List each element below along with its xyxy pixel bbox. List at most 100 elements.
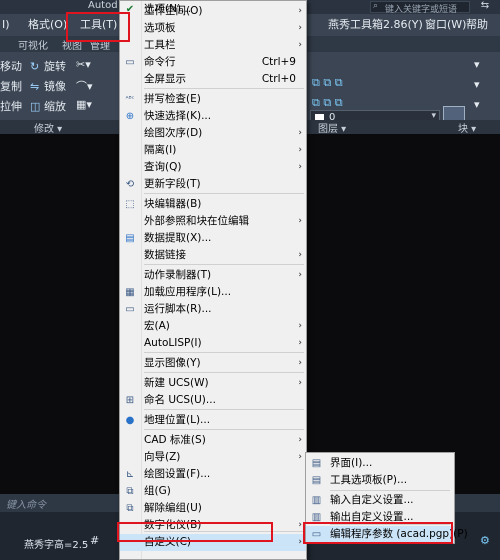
tools-menu-item[interactable]: ⊕ 快速选择(K)...	[120, 108, 306, 125]
menu-item-format[interactable]: 格式(O)	[28, 14, 67, 36]
named-ucs-icon: ⊞	[125, 395, 135, 406]
customize-submenu-item[interactable]: ▤ 界面(I)...	[306, 455, 454, 472]
menu-separator	[144, 264, 304, 265]
tools-menu-item[interactable]: ⟲ 更新字段(T)	[120, 176, 306, 193]
tools-menu-item[interactable]: 外部参照和块在位编辑 ›	[120, 213, 306, 230]
menu-item-label: 工具栏	[144, 39, 176, 51]
menu-separator	[144, 372, 304, 373]
tab-visualize[interactable]: 可视化	[18, 37, 48, 52]
submenu-item-label: 输入自定义设置...	[330, 494, 414, 506]
tools-menu-item[interactable]: 数据链接 ›	[120, 247, 306, 264]
tools-menu-item[interactable]: ✔ 选项(N)...	[120, 1, 306, 18]
tools-menu-item[interactable]: 全屏显示 Ctrl+0	[120, 71, 306, 88]
spell-check-icon: ᴬᴮᶜ	[125, 95, 135, 103]
tools-menu-item[interactable]: ⊾ 绘图设置(F)...	[120, 466, 306, 483]
move-tool[interactable]: 移动	[0, 58, 22, 74]
submenu-arrow-icon: ›	[298, 250, 302, 260]
mirror-tool[interactable]: ⇋ 镜像	[30, 78, 66, 94]
copy-tool[interactable]: 复制	[0, 78, 22, 94]
panel-modify[interactable]: 修改 ▾	[34, 120, 62, 135]
block-editor-icon: ⬚	[125, 199, 135, 210]
rotate-tool[interactable]: ↻ 旋转	[30, 58, 66, 74]
tools-menu-item[interactable]: 选项板 ›	[120, 20, 306, 37]
menu-item-label: 解除编组(U)	[144, 502, 202, 514]
panel-layer[interactable]: 图层 ▾	[318, 120, 346, 135]
array-icon[interactable]: ▦▾	[76, 98, 92, 111]
tools-menu-item[interactable]: CAD 标准(S) ›	[120, 432, 306, 449]
search-icon: ⌕	[373, 1, 379, 11]
submenu-item-label: 界面(I)...	[330, 457, 373, 469]
tools-menu-item[interactable]: ⊞ 命名 UCS(U)...	[120, 392, 306, 409]
tools-menu-item[interactable]: 动作录制器(T) ›	[120, 267, 306, 284]
menu-separator	[330, 490, 450, 491]
window-controls[interactable]: ⇆	[470, 0, 500, 14]
tools-menu-item[interactable]: ▭ 命令行 Ctrl+9	[120, 54, 306, 71]
globe-icon: ●	[125, 415, 135, 426]
menu-item-label: 选项(N)...	[144, 3, 192, 15]
tools-menu-item[interactable]: ▤ 数据提取(X)...	[120, 230, 306, 247]
tools-menu-item[interactable]: ⧉ 组(G)	[120, 483, 306, 500]
layer-state-icon[interactable]: ⧉ ⧉ ⧉	[312, 96, 343, 110]
highlight-tools-menu	[66, 12, 130, 42]
panel-block[interactable]: 块 ▾	[458, 120, 476, 135]
submenu-item-label: 工具选项板(P)...	[330, 474, 408, 486]
layer-tools-icon[interactable]: ⧉ ⧉ ⧉	[312, 76, 343, 90]
menu-item-yanxiu[interactable]: 燕秀工具箱2.86(Y)	[328, 14, 423, 36]
scale-tool[interactable]: ◫ 缩放	[30, 98, 66, 114]
drafting-settings-icon: ⊾	[125, 469, 135, 480]
interface-icon: ▤	[311, 458, 322, 469]
grid-icon[interactable]: #	[90, 534, 99, 547]
menu-item-label: 快速选择(K)...	[144, 110, 212, 122]
menu-item-label: 向导(Z)	[144, 451, 181, 463]
fillet-icon[interactable]: ⌒▾	[76, 78, 93, 94]
load-app-icon: ▦	[125, 287, 135, 298]
tools-menu-item[interactable]: 显示图像(Y) ›	[120, 355, 306, 372]
customize-submenu-item[interactable]: ▤ 工具选项板(P)...	[306, 472, 454, 489]
tools-menu-item[interactable]: 向导(Z) ›	[120, 449, 306, 466]
block-tool-1[interactable]: ▾	[474, 58, 480, 71]
menu-item-label: 外部参照和块在位编辑	[144, 215, 249, 227]
menu-item-label: 命令行	[144, 56, 176, 68]
mirror-icon: ⇋	[30, 80, 40, 93]
customize-submenu-item[interactable]: ▥ 输入自定义设置...	[306, 492, 454, 509]
menu-item-prev[interactable]: I)	[2, 14, 10, 36]
menu-item-label: 更新字段(T)	[144, 178, 201, 190]
tools-menu-item[interactable]: ▦ 加载应用程序(L)...	[120, 284, 306, 301]
submenu-arrow-icon: ›	[298, 338, 302, 348]
menu-item-window[interactable]: 窗口(W)	[425, 14, 466, 36]
scale-icon: ◫	[30, 100, 41, 113]
submenu-arrow-icon: ›	[298, 23, 302, 33]
menu-item-label: 命名 UCS(U)...	[144, 394, 216, 406]
submenu-arrow-icon: ›	[298, 358, 302, 368]
menu-item-label: 宏(A)	[144, 320, 170, 332]
menu-separator	[144, 193, 304, 194]
menu-item-label: 动作录制器(T)	[144, 269, 212, 281]
text-height-status[interactable]: 燕秀字高=2.5	[24, 536, 88, 551]
tools-menu-item[interactable]: ⧉ 解除编组(U)	[120, 500, 306, 517]
tools-menu-item[interactable]: 工具栏 ›	[120, 37, 306, 54]
block-tool-2[interactable]: ▾	[474, 78, 480, 91]
tools-menu-item[interactable]: ▭ 运行脚本(R)...	[120, 301, 306, 318]
tools-menu-item[interactable]: AutoLISP(I) ›	[120, 335, 306, 352]
tools-menu-item[interactable]: 宏(A) ›	[120, 318, 306, 335]
tools-menu-item[interactable]: ● 地理位置(L)...	[120, 412, 306, 429]
tools-menu-item[interactable]: ⬚ 块编辑器(B)	[120, 196, 306, 213]
submenu-arrow-icon: ›	[298, 452, 302, 462]
tools-menu-item[interactable]: 新建 UCS(W) ›	[120, 375, 306, 392]
workspace-icon[interactable]: ⚙	[480, 534, 490, 547]
menu-item-label: 全屏显示	[144, 73, 186, 85]
menu-item-label: 绘图设置(F)...	[144, 468, 211, 480]
tools-menu-item[interactable]: 绘图次序(D) ›	[120, 125, 306, 142]
menu-item-help[interactable]: 帮助	[466, 14, 488, 36]
tools-menu-item[interactable]: 查询(Q) ›	[120, 159, 306, 176]
script-icon: ▭	[125, 304, 135, 315]
trim-icon[interactable]: ✂▾	[76, 58, 91, 71]
tools-menu-item[interactable]: 隔离(I) ›	[120, 142, 306, 159]
block-tool-3[interactable]: ▾	[474, 98, 480, 111]
stretch-tool[interactable]: 拉伸	[0, 98, 22, 114]
search-box[interactable]: ⌕ 键入关键字或短语	[370, 1, 470, 15]
menu-item-shortcut: Ctrl+9	[261, 56, 296, 68]
tools-menu-item[interactable]: ᴬᴮᶜ 拼写检查(E)	[120, 91, 306, 108]
tools-menu: 工作空间(O) › 选项板 › 工具栏 › ▭ 命令行 Ctrl+9 全屏显示 Ctrl+0 ᴬᴮᶜ 拼…	[119, 0, 307, 560]
menu-item-label: 运行脚本(R)...	[144, 303, 212, 315]
